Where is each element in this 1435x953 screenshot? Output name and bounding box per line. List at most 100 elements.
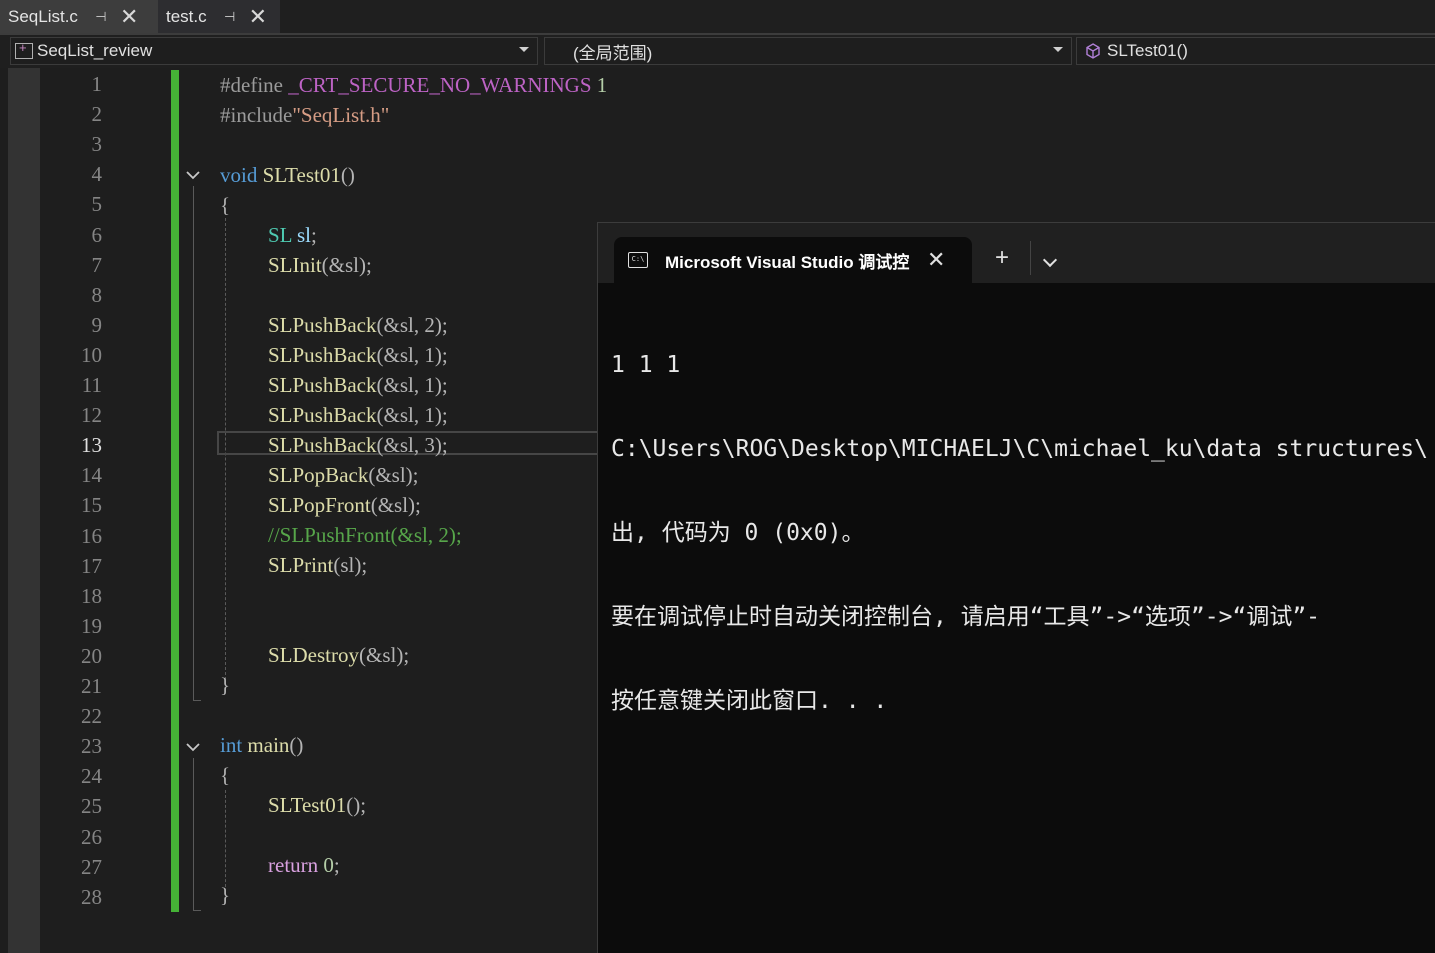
code-line-28[interactable]: } xyxy=(220,880,230,910)
arguments: (&sl); xyxy=(359,643,410,667)
function-call: SLInit xyxy=(268,253,322,277)
preprocessor-directive: #define xyxy=(220,73,283,97)
code-line-7[interactable]: SLInit(&sl); xyxy=(268,250,372,280)
punctuation: ; xyxy=(333,853,340,877)
scope-value: (全局范围) xyxy=(573,43,653,63)
line-number: 9 xyxy=(91,312,103,337)
preprocessor-directive: #include xyxy=(220,103,293,127)
line-number: 16 xyxy=(81,523,102,548)
code-line-11[interactable]: SLPushBack(&sl, 1); xyxy=(268,370,448,400)
line-number: 8 xyxy=(91,282,103,307)
project-icon xyxy=(15,40,33,59)
code-line-6[interactable]: SL sl; xyxy=(268,220,317,250)
divider xyxy=(1030,241,1031,275)
code-line-25[interactable]: SLTest01(); xyxy=(268,790,366,820)
code-line-15[interactable]: SLPopFront(&sl); xyxy=(268,490,421,520)
function-cube-icon xyxy=(1086,43,1100,59)
line-number: 22 xyxy=(81,704,102,729)
project-name: SeqList_review xyxy=(37,41,153,60)
chevron-down-icon[interactable] xyxy=(519,47,529,52)
code-line-27[interactable]: return 0; xyxy=(268,850,340,880)
output-line: 出, 代码为 0 (0x0)。 xyxy=(611,520,865,546)
line-number: 20 xyxy=(81,643,102,668)
brace: { xyxy=(220,193,231,217)
code-line-14[interactable]: SLPopBack(&sl); xyxy=(268,460,419,490)
line-number: 11 xyxy=(81,373,102,397)
line-number-gutter: 1 2 3 4 5 6 7 8 9 10 11 12 13 14 15 16 17 18 19 20 21 22 23 24 2… xyxy=(40,68,102,953)
terminal-tab-title: Microsoft Visual Studio 调试控 xyxy=(665,252,910,272)
code-line-16[interactable]: //SLPushFront(&sl, 2); xyxy=(268,520,462,550)
line-number: 12 xyxy=(81,403,102,428)
chevron-down-icon[interactable] xyxy=(1042,252,1058,268)
line-number: 3 xyxy=(91,132,103,157)
line-number: 13 xyxy=(81,433,102,458)
line-number: 17 xyxy=(81,553,102,578)
punctuation: () xyxy=(289,733,304,757)
line-number: 6 xyxy=(91,222,103,247)
code-line-23[interactable]: int main() xyxy=(220,730,303,760)
function-call: SLPushBack xyxy=(268,373,377,397)
function-call: SLPushBack xyxy=(268,403,377,427)
arguments: (&sl, 1); xyxy=(376,373,448,397)
close-icon[interactable]: ✕ xyxy=(249,5,267,28)
arguments: (&sl, 2); xyxy=(376,313,448,337)
member-value: SLTest01() xyxy=(1107,41,1188,60)
function-call: SLDestroy xyxy=(268,643,359,667)
terminal-tab[interactable]: C:\ Microsoft Visual Studio 调试控 ✕ xyxy=(614,237,972,283)
line-number: 2 xyxy=(91,102,103,127)
fold-region-line xyxy=(193,186,194,700)
collapse-chevron-icon[interactable] xyxy=(186,740,200,754)
macro-value: 1 xyxy=(596,73,608,97)
brace: } xyxy=(220,883,231,907)
line-number: 1 xyxy=(91,72,103,96)
output-line: 1 1 1 xyxy=(611,352,681,378)
code-line-13[interactable]: SLPushBack(&sl, 3); xyxy=(268,430,448,460)
editor-margin-strip xyxy=(8,68,40,953)
code-line-12[interactable]: SLPushBack(&sl, 1); xyxy=(268,400,448,430)
tab-label: test.c xyxy=(166,6,207,26)
chevron-down-icon[interactable] xyxy=(1053,47,1063,52)
number-literal: 0 xyxy=(323,853,334,877)
changed-lines-indicator xyxy=(171,70,179,912)
code-line-2[interactable]: #include"SeqList.h" xyxy=(220,100,389,130)
collapse-chevron-icon[interactable] xyxy=(186,168,200,182)
close-icon[interactable]: ✕ xyxy=(927,249,945,271)
comment: //SLPushFront(&sl, 2); xyxy=(268,523,462,547)
code-line-20[interactable]: SLDestroy(&sl); xyxy=(268,640,409,670)
line-number: 4 xyxy=(91,162,103,187)
new-tab-button[interactable]: + xyxy=(995,243,1009,273)
pin-icon[interactable]: ⊣ xyxy=(221,9,239,25)
function-call: SLPopFront xyxy=(268,493,371,517)
scope-dropdown[interactable]: (全局范围) xyxy=(544,37,1072,65)
tab-seqlist-c[interactable]: SeqList.c ⊣ ✕ xyxy=(0,0,158,33)
code-line-24[interactable]: { xyxy=(220,760,230,790)
terminal-output[interactable]: 1 1 1 C:\Users\ROG\Desktop\MICHAELJ\C\mi… xyxy=(611,295,1435,771)
project-dropdown[interactable]: SeqList_review xyxy=(10,37,538,65)
member-dropdown[interactable]: SLTest01() xyxy=(1076,37,1435,65)
function-call: SLPushBack xyxy=(268,343,377,367)
debug-console-window[interactable]: C:\ Microsoft Visual Studio 调试控 ✕ + 1 1 … xyxy=(597,222,1435,953)
code-line-21[interactable]: } xyxy=(220,670,230,700)
code-line-10[interactable]: SLPushBack(&sl, 1); xyxy=(268,340,448,370)
fold-region-end xyxy=(193,910,201,911)
code-line-9[interactable]: SLPushBack(&sl, 2); xyxy=(268,310,448,340)
code-line-1[interactable]: #define _CRT_SECURE_NO_WARNINGS 1 xyxy=(220,70,607,100)
arguments: (&sl, 3); xyxy=(376,433,448,457)
arguments: (&sl, 1); xyxy=(376,403,448,427)
code-line-5[interactable]: { xyxy=(220,190,230,220)
keyword: int xyxy=(220,733,243,757)
code-line-17[interactable]: SLPrint(sl); xyxy=(268,550,367,580)
line-number: 7 xyxy=(91,252,103,277)
close-icon[interactable]: ✕ xyxy=(120,5,138,28)
code-line-4[interactable]: void SLTest01() xyxy=(220,160,355,190)
line-number: 27 xyxy=(81,854,102,879)
output-line: C:\Users\ROG\Desktop\MICHAELJ\C\michael_… xyxy=(611,436,1428,462)
function-call: SLPrint xyxy=(268,553,334,577)
keyword: void xyxy=(220,163,258,187)
console-icon: C:\ xyxy=(628,252,648,268)
arguments: (&sl); xyxy=(368,463,419,487)
tab-test-c[interactable]: test.c ⊣ ✕ xyxy=(158,0,280,33)
tab-label: SeqList.c xyxy=(8,6,78,26)
pin-icon[interactable]: ⊣ xyxy=(92,9,110,25)
navigation-bar: SeqList_review (全局范围) SLTest01() xyxy=(0,35,1435,68)
